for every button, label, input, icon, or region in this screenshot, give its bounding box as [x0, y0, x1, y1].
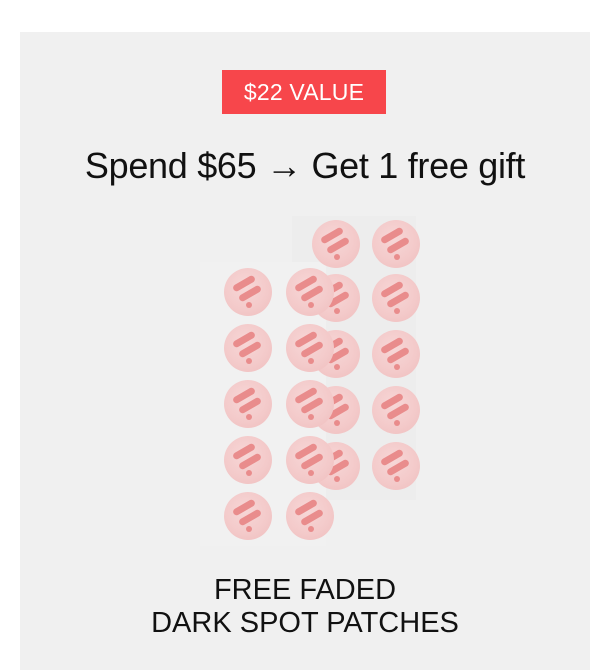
patch-icon	[224, 324, 272, 372]
patch-icon	[286, 436, 334, 484]
product-title-line2: DARK SPOT PATCHES	[151, 607, 459, 639]
patch-icon	[372, 274, 420, 322]
patch-icon	[372, 386, 420, 434]
product-title-line1: FREE FADED	[213, 574, 397, 606]
patch-icon	[372, 442, 420, 490]
patch-icon	[372, 220, 420, 268]
patch-icon	[286, 268, 334, 316]
product-image	[200, 216, 420, 546]
patch-icon	[286, 324, 334, 372]
patch-icon	[312, 220, 360, 268]
patch-icon	[286, 492, 334, 540]
patch-icon	[372, 330, 420, 378]
patch-icon	[224, 380, 272, 428]
patch-icon	[224, 436, 272, 484]
patch-icon	[224, 268, 272, 316]
product-title: FREE FADED DARK SPOT PATCHES	[20, 574, 590, 640]
value-badge: $22 VALUE	[222, 70, 386, 114]
patch-icon	[224, 492, 272, 540]
promo-card: $22 VALUE Spend $65 → Get 1 free gift FR…	[20, 32, 590, 670]
patch-icon	[286, 380, 334, 428]
promo-headline: Spend $65 → Get 1 free gift	[84, 145, 526, 186]
